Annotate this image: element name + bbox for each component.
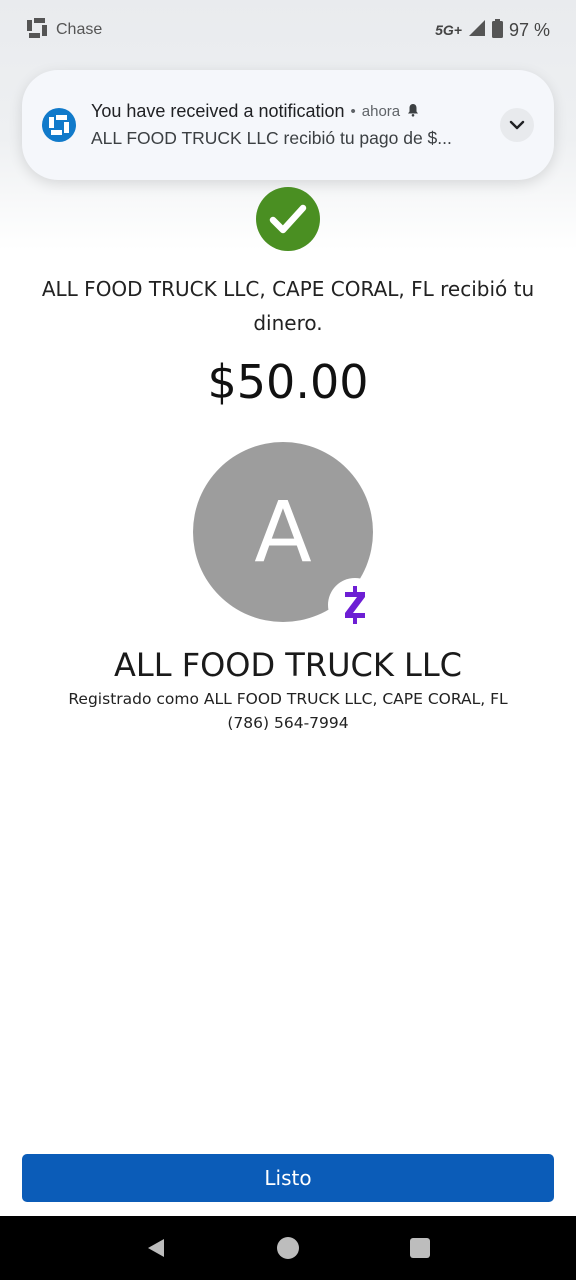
status-app-name: Chase <box>56 21 103 38</box>
network-type: 5G+ <box>435 22 462 38</box>
registered-as: Registrado como ALL FOOD TRUCK LLC, CAPE… <box>68 690 508 708</box>
notification-body: You have received a notification • ahora… <box>91 101 500 149</box>
home-icon[interactable] <box>273 1233 303 1263</box>
recents-icon[interactable] <box>405 1233 435 1263</box>
notification-separator: • <box>350 103 356 120</box>
done-button[interactable]: Listo <box>22 1154 554 1202</box>
merchant-name: ALL FOOD TRUCK LLC <box>113 646 462 684</box>
notification-card[interactable]: You have received a notification • ahora… <box>22 70 554 180</box>
chase-octagon-icon <box>26 17 48 43</box>
bell-icon <box>406 102 420 121</box>
battery-icon <box>491 18 503 42</box>
signal-icon <box>468 19 486 41</box>
navigation-bar <box>0 1216 576 1280</box>
avatar-initial: A <box>254 483 312 581</box>
notification-header: You have received a notification • ahora <box>91 101 500 122</box>
payment-amount: $50.00 <box>207 355 369 409</box>
status-app: Chase <box>26 17 102 43</box>
zelle-icon <box>328 578 382 632</box>
chevron-down-icon[interactable] <box>500 108 534 142</box>
checkmark-icon <box>256 187 320 251</box>
status-bar: Chase 5G+ 97 % <box>0 0 576 60</box>
back-icon[interactable] <box>141 1233 171 1263</box>
confirmation-message: ALL FOOD TRUCK LLC, CAPE CORAL, FL recib… <box>41 277 535 335</box>
status-indicators: 5G+ 97 % <box>435 18 550 42</box>
battery-level: 97 % <box>508 19 550 40</box>
chase-logo-icon <box>42 108 76 142</box>
notification-title: You have received a notification <box>91 101 345 121</box>
payment-confirmation-screen: Chase 5G+ 97 % You have received a notif… <box>0 0 576 1280</box>
notification-text: ALL FOOD TRUCK LLC recibió tu pago de $.… <box>91 128 452 148</box>
notification-time: ahora <box>361 103 401 120</box>
merchant-phone: (786) 564-7994 <box>227 714 349 732</box>
